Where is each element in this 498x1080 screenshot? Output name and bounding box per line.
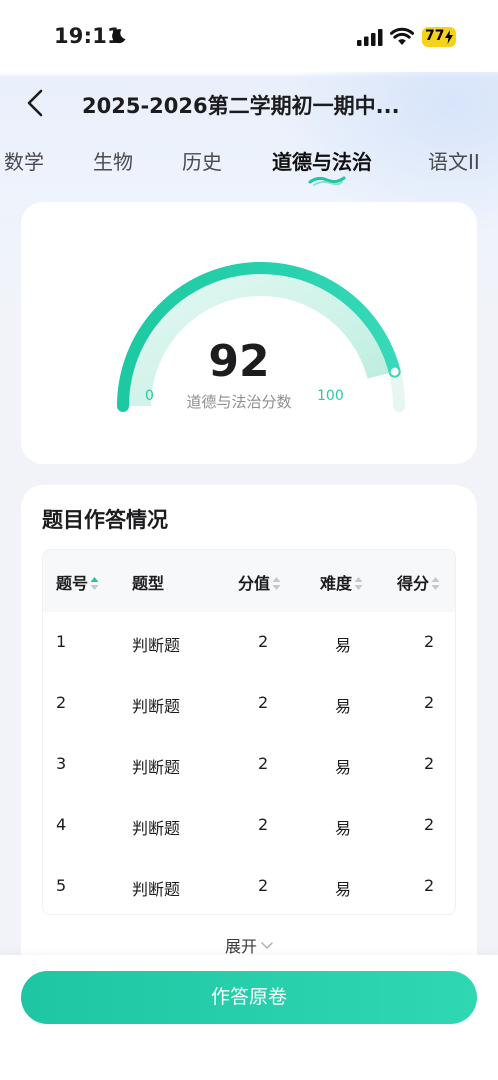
battery-level: 77	[425, 28, 445, 44]
cell-number: 5	[56, 876, 67, 895]
tab-math[interactable]: 数学	[4, 146, 44, 175]
status-bar: 19:11 77	[0, 0, 498, 72]
cell-difficulty: 易	[335, 758, 352, 777]
cell-difficulty: 易	[335, 880, 352, 899]
signal-icon	[357, 29, 383, 46]
table-row[interactable]: 5 判断题 2 易 2	[43, 856, 455, 914]
battery-icon: 77	[422, 27, 456, 47]
sort-icon	[354, 577, 363, 590]
cell-score: 2	[424, 815, 435, 834]
gauge-min-label: 0	[145, 388, 154, 404]
moon-icon	[112, 29, 126, 44]
cell-points: 2	[258, 632, 269, 651]
tab-morality-law[interactable]: 道德与法治	[272, 146, 372, 175]
sort-icon	[431, 577, 440, 590]
table-row[interactable]: 1 判断题 2 易 2	[43, 612, 455, 673]
column-header-type: 题型	[132, 574, 165, 593]
table-row[interactable]: 2 判断题 2 易 2	[43, 673, 455, 734]
table-row[interactable]: 4 判断题 2 易 2	[43, 795, 455, 856]
cell-points: 2	[258, 815, 269, 834]
navigation-bar: 2025-2026第二学期初一期中...	[0, 74, 498, 130]
section-title: 题目作答情况	[42, 508, 168, 532]
cell-type: 判断题	[132, 758, 181, 777]
page-title: 2025-2026第二学期初一期中...	[82, 94, 400, 118]
bottom-action-bar: 作答原卷	[0, 955, 498, 1080]
cell-score: 2	[424, 632, 435, 651]
cell-number: 1	[56, 632, 67, 651]
tab-chinese-ii[interactable]: 语文II	[428, 146, 480, 175]
table-header: 题号 题型 分值 难度 得分	[43, 550, 455, 612]
cell-number: 4	[56, 815, 67, 834]
cell-type: 判断题	[132, 819, 181, 838]
score-card: 92 道德与法治分数 0 100	[21, 202, 477, 464]
view-answer-sheet-button[interactable]: 作答原卷	[21, 971, 477, 1024]
column-header-points[interactable]: 分值	[238, 570, 281, 594]
question-answers-card: 题目作答情况 题号 题型 分值 难度 得分 1 判断题 2 易 2 2 判断题 …	[21, 485, 477, 985]
score-subject-label: 道德与法治分数	[186, 393, 292, 411]
wifi-icon	[390, 27, 414, 45]
cell-score: 2	[424, 754, 435, 773]
cell-points: 2	[258, 754, 269, 773]
cell-difficulty: 易	[335, 819, 352, 838]
cell-score: 2	[424, 693, 435, 712]
question-table: 题号 题型 分值 难度 得分 1 判断题 2 易 2 2 判断题 2 易 2 3…	[42, 549, 456, 915]
chevron-down-icon	[261, 942, 273, 950]
score-gauge	[117, 262, 405, 412]
cell-number: 3	[56, 754, 67, 773]
score-value: 92	[208, 336, 270, 387]
charging-bolt-icon	[445, 30, 453, 44]
column-header-score[interactable]: 得分	[397, 570, 440, 594]
cell-type: 判断题	[132, 697, 181, 716]
sort-icon	[272, 577, 281, 590]
column-header-number[interactable]: 题号	[56, 570, 99, 594]
gauge-max-label: 100	[317, 388, 344, 404]
sort-icon	[90, 577, 99, 590]
expand-button[interactable]: 展开	[21, 933, 477, 957]
active-tab-indicator	[308, 176, 346, 186]
cell-difficulty: 易	[335, 697, 352, 716]
cell-type: 判断题	[132, 636, 181, 655]
cell-difficulty: 易	[335, 636, 352, 655]
column-header-difficulty[interactable]: 难度	[320, 570, 363, 594]
subject-tabs: 数学 生物 历史 道德与法治 语文II	[0, 138, 498, 192]
table-row[interactable]: 3 判断题 2 易 2	[43, 734, 455, 795]
cell-points: 2	[258, 876, 269, 895]
tab-biology[interactable]: 生物	[93, 146, 133, 175]
cell-number: 2	[56, 693, 67, 712]
chevron-left-icon[interactable]	[22, 88, 50, 118]
cell-points: 2	[258, 693, 269, 712]
tab-history[interactable]: 历史	[182, 146, 222, 175]
cell-score: 2	[424, 876, 435, 895]
cell-type: 判断题	[132, 880, 181, 899]
